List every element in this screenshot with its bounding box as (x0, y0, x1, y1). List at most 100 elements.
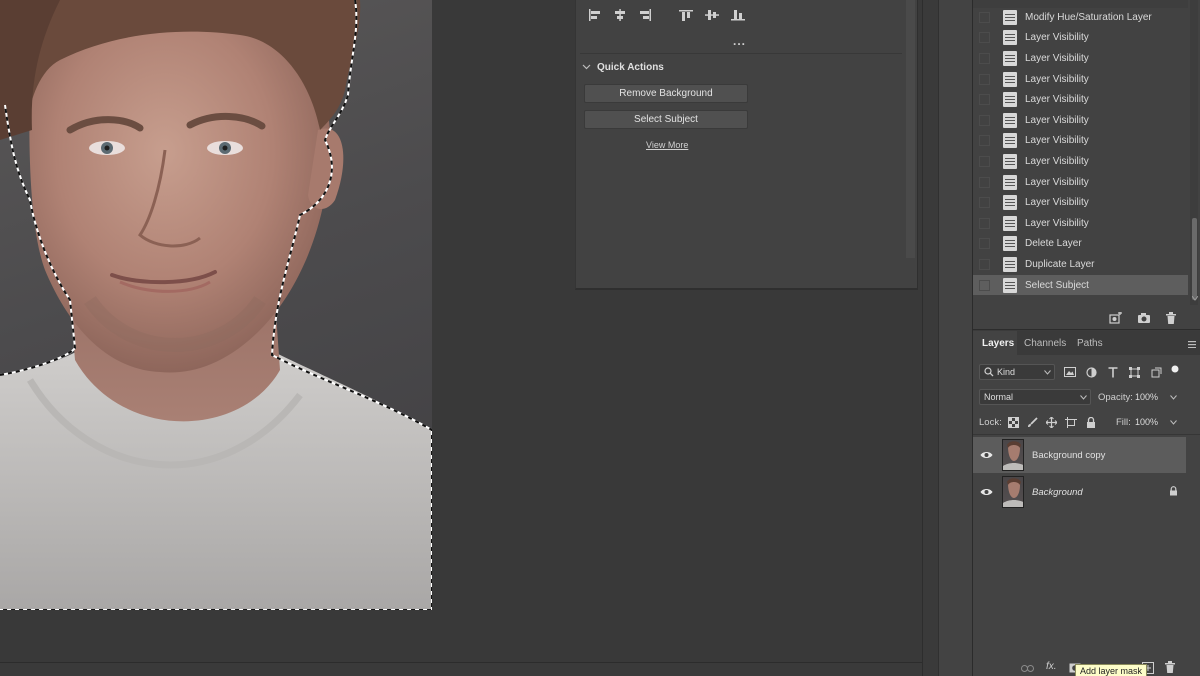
history-item[interactable]: Layer Visibility (973, 151, 1188, 172)
history-item[interactable]: Select Subject (973, 274, 1188, 296)
history-item[interactable]: Layer Visibility (973, 110, 1188, 131)
snapshot-source-checkbox[interactable] (979, 238, 990, 250)
history-item[interactable]: Delete Layer (973, 234, 1188, 255)
snapshot-source-checkbox[interactable] (979, 217, 990, 229)
snapshot-source-checkbox[interactable] (979, 52, 990, 64)
history-item-label: Layer Visibility (1025, 135, 1089, 147)
opacity-label: Opacity: (1098, 392, 1133, 403)
artboard-lock-icon[interactable] (1065, 416, 1077, 428)
layer-name[interactable]: Background (1032, 487, 1083, 498)
canvas-status-bar (0, 662, 922, 676)
chevron-down-icon (1044, 367, 1051, 377)
snapshot-source-checkbox[interactable] (979, 176, 990, 188)
more-options-button[interactable]: ... (733, 34, 746, 48)
properties-scrollbar[interactable] (906, 0, 915, 258)
move-icon[interactable] (1045, 416, 1057, 428)
select-subject-button[interactable]: Select Subject (584, 110, 748, 129)
view-more-link[interactable]: View More (646, 140, 688, 150)
filter-kind-select[interactable]: Kind (979, 364, 1055, 380)
snapshot-source-checkbox[interactable] (979, 279, 990, 291)
trash-icon[interactable] (1163, 311, 1179, 325)
snapshot-source-checkbox[interactable] (979, 197, 990, 209)
align-horizontal-center-icon[interactable] (609, 4, 631, 26)
snapshot-source-checkbox[interactable] (979, 94, 990, 106)
history-item-label: Modify Hue/Saturation Layer (1025, 11, 1152, 23)
chevron-down-icon[interactable] (1168, 417, 1178, 427)
history-state-icon (1003, 153, 1017, 169)
blend-mode-select[interactable]: Normal (979, 389, 1091, 405)
opacity-input[interactable]: 100% (1133, 389, 1169, 405)
lock-all-icon[interactable] (1085, 416, 1097, 428)
panel-menu-icon[interactable] (1188, 340, 1196, 351)
history-item-label: Layer Visibility (1025, 32, 1089, 44)
filter-toggle-icon[interactable] (1170, 364, 1180, 374)
adjustment-layer-filter-icon[interactable] (1084, 365, 1098, 379)
snapshot-source-checkbox[interactable] (979, 73, 990, 85)
history-item[interactable]: Layer Visibility (973, 213, 1188, 234)
scroll-down-arrow-icon[interactable] (1191, 293, 1199, 304)
new-document-from-state-icon[interactable] (1108, 311, 1124, 325)
history-state-icon (1003, 256, 1017, 272)
tab-layers[interactable]: Layers (982, 331, 1014, 355)
snapshot-source-checkbox[interactable] (979, 135, 990, 147)
quick-actions-heading[interactable]: Quick Actions (597, 62, 664, 73)
history-item-label: Duplicate Layer (1025, 258, 1095, 270)
history-scrollbar-thumb[interactable] (1192, 218, 1197, 300)
align-bottom-icon[interactable] (727, 4, 749, 26)
history-item-label: Delete Layer (1025, 238, 1082, 250)
lock-transparent-pixels-icon[interactable] (1007, 416, 1019, 428)
remove-background-button[interactable]: Remove Background (584, 84, 748, 103)
properties-panel: ... Quick Actions Remove Background Sele… (575, 0, 918, 290)
history-item-label: Layer Visibility (1025, 114, 1089, 126)
tab-paths[interactable]: Paths (1077, 331, 1103, 355)
layer-style-fx-button[interactable]: fx. (1046, 661, 1057, 672)
snapshot-source-checkbox[interactable] (979, 32, 990, 44)
history-item-label: Layer Visibility (1025, 94, 1089, 106)
link-layers-icon[interactable] (1020, 662, 1034, 674)
chevron-down-icon[interactable] (1168, 392, 1178, 402)
pixel-layer-filter-icon[interactable] (1063, 365, 1077, 379)
history-item[interactable]: Duplicate Layer (973, 254, 1188, 275)
eye-icon[interactable] (973, 451, 999, 459)
fill-input[interactable]: 100% (1133, 414, 1169, 430)
snapshot-source-checkbox[interactable] (979, 11, 990, 23)
history-item[interactable]: Layer Visibility (973, 28, 1188, 49)
lock-label: Lock: (979, 417, 1002, 428)
history-state-icon (1003, 277, 1017, 293)
layer-thumbnail (1002, 476, 1024, 508)
lock-icon[interactable] (1169, 485, 1178, 499)
align-vertical-center-icon[interactable] (701, 4, 723, 26)
align-right-icon[interactable] (634, 4, 656, 26)
history-state-icon (1003, 133, 1017, 149)
history-item[interactable]: Layer Visibility (973, 48, 1188, 69)
snapshot-source-checkbox[interactable] (979, 155, 990, 167)
document-canvas[interactable] (0, 0, 432, 610)
shape-layer-filter-icon[interactable] (1127, 365, 1141, 379)
history-item[interactable]: Layer Visibility (973, 192, 1188, 213)
delete-layer-icon[interactable] (1163, 661, 1177, 674)
history-item[interactable]: Modify Hue/Saturation Layer (973, 7, 1188, 28)
history-item[interactable]: Layer Visibility (973, 172, 1188, 193)
history-item[interactable]: Layer Visibility (973, 131, 1188, 152)
snapshot-source-checkbox[interactable] (979, 114, 990, 126)
snapshot-source-checkbox[interactable] (979, 258, 990, 270)
history-item[interactable]: Layer Visibility (973, 69, 1188, 90)
panel-gutter (922, 0, 938, 676)
chevron-down-icon[interactable] (582, 62, 591, 74)
tab-channels[interactable]: Channels (1024, 331, 1066, 355)
align-left-icon[interactable] (584, 4, 606, 26)
layer-row-background-copy[interactable]: Background copy (973, 437, 1186, 473)
layer-row-background[interactable]: Background (973, 474, 1186, 510)
history-state-icon (1003, 215, 1017, 231)
type-layer-filter-icon[interactable] (1106, 365, 1120, 379)
history-state-icon (1003, 50, 1017, 66)
history-item[interactable]: Layer Visibility (973, 89, 1188, 110)
layer-name[interactable]: Background copy (1032, 450, 1105, 461)
camera-icon[interactable] (1136, 311, 1152, 325)
layer-thumbnail (1002, 439, 1024, 471)
align-top-icon[interactable] (675, 4, 697, 26)
brush-icon[interactable] (1026, 416, 1038, 428)
eye-icon[interactable] (973, 488, 999, 496)
history-state-icon (1003, 195, 1017, 211)
smart-object-filter-icon[interactable] (1149, 365, 1163, 379)
